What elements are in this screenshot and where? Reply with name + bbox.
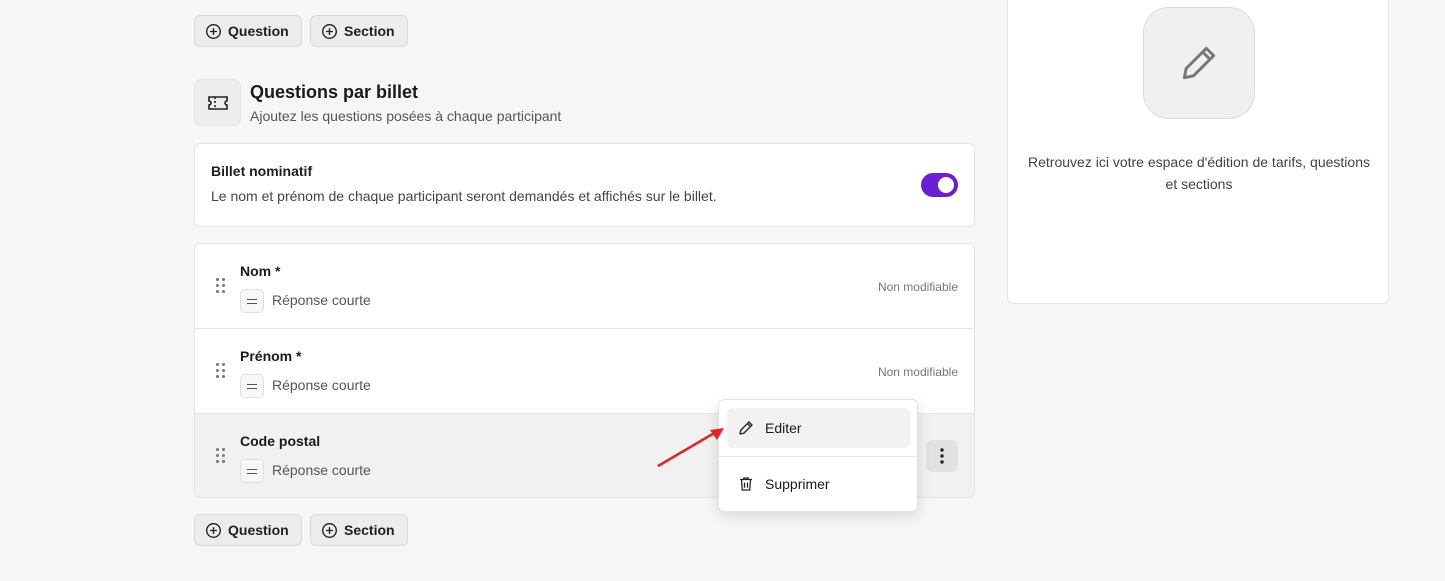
short-text-icon [240,374,264,398]
ticket-icon [194,79,241,126]
add-question-button-top[interactable]: Question [194,15,302,47]
delete-label: Supprimer [765,476,830,492]
edit-label: Editer [765,420,802,436]
question-row[interactable]: Nom * Réponse courte Non modifiable [195,244,974,329]
add-question-label: Question [228,522,289,538]
edit-menu-item[interactable]: Editer [727,408,910,448]
question-type: Réponse courte [272,462,371,478]
context-menu: Editer Supprimer [718,399,918,512]
plus-circle-icon [322,522,337,538]
delete-menu-item[interactable]: Supprimer [727,464,910,504]
add-section-button-top[interactable]: Section [310,15,408,47]
editor-side-panel: Retrouvez ici votre espace d'édition de … [1007,0,1389,304]
nominatif-title: Billet nominatif [211,163,313,179]
plus-circle-icon [206,522,221,538]
readonly-badge: Non modifiable [877,365,958,379]
nominatif-description: Le nom et prénom de chaque participant s… [211,188,717,204]
add-section-label: Section [344,522,395,538]
section-title: Questions par billet [250,82,419,102]
side-panel-text: Retrouvez ici votre espace d'édition de … [1028,154,1370,192]
short-text-icon [240,459,264,483]
add-section-button-bottom[interactable]: Section [310,514,408,546]
short-text-icon [240,289,264,313]
question-type: Réponse courte [272,292,371,308]
add-question-button-bottom[interactable]: Question [194,514,302,546]
pencil-icon [739,421,753,435]
drag-handle-icon[interactable] [216,448,226,464]
billet-nominatif-card: Billet nominatif Le nom et prénom de cha… [194,143,975,227]
plus-circle-icon [206,23,221,39]
drag-handle-icon[interactable] [216,278,226,294]
question-label: Prénom * [240,348,302,364]
pencil-icon [1143,7,1255,119]
readonly-badge: Non modifiable [877,280,958,294]
question-type: Réponse courte [272,377,371,393]
menu-divider [719,456,917,457]
annotation-arrow-icon [657,428,724,468]
question-label: Nom * [240,263,281,279]
more-options-button[interactable] [926,440,958,472]
plus-circle-icon [322,23,337,39]
add-section-label: Section [344,23,395,39]
section-subtitle: Ajoutez les questions posées à chaque pa… [250,108,562,124]
drag-handle-icon[interactable] [216,363,226,379]
add-question-label: Question [228,23,289,39]
trash-icon [740,477,752,491]
kebab-icon [940,448,944,464]
question-label: Code postal [240,433,321,449]
nominatif-toggle[interactable] [921,173,958,197]
